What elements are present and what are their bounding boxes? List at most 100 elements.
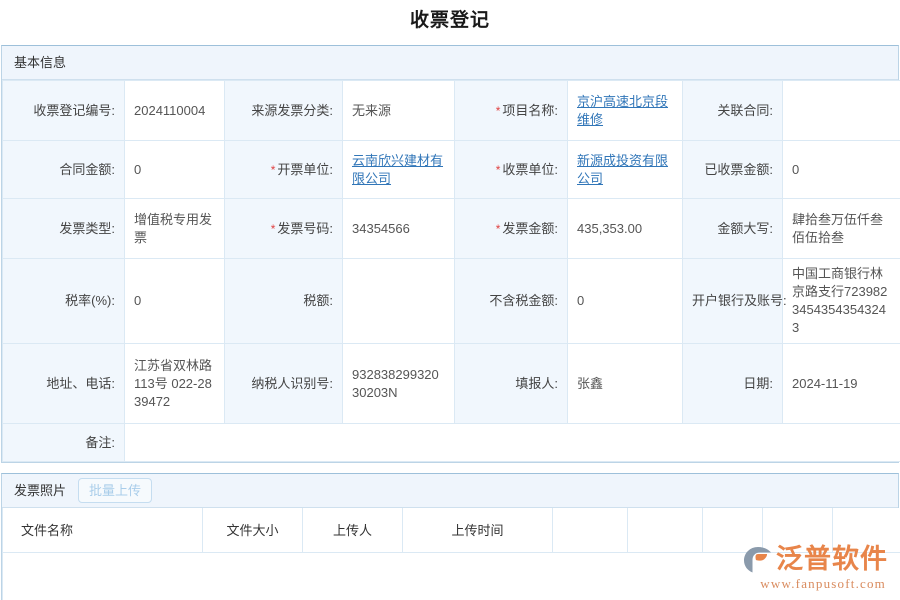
field-label-project-name: *项目名称: <box>455 81 568 141</box>
basic-info-header: 基本信息 <box>2 46 898 80</box>
label-text: 合同金额: <box>59 162 115 177</box>
label-text: 收票登记编号: <box>33 103 115 118</box>
label-text: 发票金额: <box>502 221 558 236</box>
field-value-invoice-amount[interactable]: 435,353.00 <box>568 199 683 259</box>
column-header-extra-2[interactable] <box>628 508 703 552</box>
field-label-receipt-no: *收票登记编号: <box>3 81 125 141</box>
invoice-photos-panel: 发票照片 批量上传 文件名称 文件大小 上传人 上传时间 <box>1 473 899 600</box>
field-label-tax-amount: 税额: <box>225 259 343 344</box>
field-label-tax-rate: 税率(%): <box>3 259 125 344</box>
field-label-issuing-unit: *开票单位: <box>225 141 343 199</box>
label-text: 发票号码: <box>277 221 333 236</box>
table-row: 备注: <box>3 424 900 462</box>
label-text: 开票单位: <box>277 162 333 177</box>
column-header-uploader[interactable]: 上传人 <box>303 508 403 552</box>
attachments-header-row: 文件名称 文件大小 上传人 上传时间 <box>3 508 900 552</box>
label-text: 项目名称: <box>502 103 558 118</box>
field-value-source-category[interactable]: 无来源 <box>343 81 455 141</box>
field-label-invoice-type: 发票类型: <box>3 199 125 259</box>
required-marker: * <box>496 104 501 118</box>
field-label-source-category: 来源发票分类: <box>225 81 343 141</box>
table-row: 税率(%): 0 税额: 不含税金额: 0 开户银行及账号: 中国工商银行林京路… <box>3 259 900 344</box>
table-row: 合同金额: 0 *开票单位: 云南欣兴建材有限公司 *收票单位: 新源成投资有限… <box>3 141 900 199</box>
issuing-unit-link[interactable]: 云南欣兴建材有限公司 <box>352 153 443 186</box>
field-value-invoice-no[interactable]: 34354566 <box>343 199 455 259</box>
column-header-extra-3[interactable] <box>703 508 763 552</box>
label-text: 日期: <box>743 376 773 391</box>
required-marker: * <box>271 163 276 177</box>
label-text: 已收票金额: <box>704 162 773 177</box>
field-value-address-phone[interactable]: 江苏省双林路113号 022-2839472 <box>125 344 225 424</box>
field-label-receiving-unit: *收票单位: <box>455 141 568 199</box>
column-header-file-size[interactable]: 文件大小 <box>203 508 303 552</box>
project-name-link[interactable]: 京沪高速北京段维修 <box>577 94 668 127</box>
column-header-upload-time[interactable]: 上传时间 <box>403 508 553 552</box>
field-value-date[interactable]: 2024-11-19 <box>783 344 900 424</box>
field-label-related-contract: 关联合同: <box>683 81 783 141</box>
field-value-reporter[interactable]: 张鑫 <box>568 344 683 424</box>
label-text: 纳税人识别号: <box>251 376 333 391</box>
column-header-file-name[interactable]: 文件名称 <box>3 508 203 552</box>
field-value-bank-account[interactable]: 中国工商银行林京路支行72398234543543543243 <box>783 259 900 344</box>
field-value-tax-amount[interactable] <box>343 259 455 344</box>
field-value-project-name[interactable]: 京沪高速北京段维修 <box>568 81 683 141</box>
field-value-contract-amount[interactable]: 0 <box>125 141 225 199</box>
basic-info-header-label: 基本信息 <box>14 46 66 80</box>
field-value-related-contract[interactable] <box>783 81 900 141</box>
attachments-empty-row <box>3 552 900 600</box>
label-text: 发票类型: <box>59 221 115 236</box>
required-marker: * <box>496 163 501 177</box>
field-label-invoice-no: *发票号码: <box>225 199 343 259</box>
table-row: *收票登记编号: 2024110004 来源发票分类: 无来源 *项目名称: 京… <box>3 81 900 141</box>
label-text: 备注: <box>85 435 115 450</box>
field-value-amount-excl-tax[interactable]: 0 <box>568 259 683 344</box>
panel-spacer <box>0 463 900 473</box>
field-label-invoice-amount: *发票金额: <box>455 199 568 259</box>
field-label-remark: 备注: <box>3 424 125 462</box>
label-text: 关联合同: <box>717 103 773 118</box>
table-row: 地址、电话: 江苏省双林路113号 022-2839472 纳税人识别号: 93… <box>3 344 900 424</box>
field-value-issuing-unit[interactable]: 云南欣兴建材有限公司 <box>343 141 455 199</box>
required-marker: * <box>496 222 501 236</box>
table-row: 发票类型: 增值税专用发票 *发票号码: 34354566 *发票金额: 435… <box>3 199 900 259</box>
field-label-amount-in-words: 金额大写: <box>683 199 783 259</box>
field-label-address-phone: 地址、电话: <box>3 344 125 424</box>
basic-info-panel: 基本信息 *收票登记编号: 2024110004 来源发票分类: <box>1 45 899 463</box>
field-value-taxpayer-id[interactable]: 93283829932030203N <box>343 344 455 424</box>
column-header-extra-5[interactable] <box>833 508 900 552</box>
receiving-unit-link[interactable]: 新源成投资有限公司 <box>577 153 668 186</box>
attachments-empty-cell <box>3 552 900 600</box>
label-text: 收票单位: <box>502 162 558 177</box>
label-text: 来源发票分类: <box>251 103 333 118</box>
page-title: 收票登记 <box>0 0 900 45</box>
column-header-extra-1[interactable] <box>553 508 628 552</box>
basic-info-table: *收票登记编号: 2024110004 来源发票分类: 无来源 *项目名称: 京… <box>2 80 900 462</box>
label-text: 填报人: <box>515 376 558 391</box>
invoice-photos-header-label: 发票照片 <box>14 474 66 508</box>
batch-upload-button[interactable]: 批量上传 <box>78 478 152 503</box>
attachments-table: 文件名称 文件大小 上传人 上传时间 <box>2 508 900 600</box>
field-label-amount-excl-tax: 不含税金额: <box>455 259 568 344</box>
invoice-photos-header: 发票照片 批量上传 <box>2 474 898 508</box>
field-value-receipt-no[interactable]: 2024110004 <box>125 81 225 141</box>
field-value-invoice-type[interactable]: 增值税专用发票 <box>125 199 225 259</box>
label-text: 开户银行及账号: <box>692 293 787 308</box>
label-text: 地址、电话: <box>46 376 115 391</box>
invoice-registration-page: 收票登记 基本信息 *收票登记编号: 2024110004 来源发票分 <box>0 0 900 600</box>
field-value-amount-in-words[interactable]: 肆拾叁万伍仟叁佰伍拾叁 <box>783 199 900 259</box>
field-value-tax-rate[interactable]: 0 <box>125 259 225 344</box>
field-label-bank-account: 开户银行及账号: <box>683 259 783 344</box>
field-value-received-amount[interactable]: 0 <box>783 141 900 199</box>
label-text: 税率(%): <box>65 293 115 308</box>
field-value-receiving-unit[interactable]: 新源成投资有限公司 <box>568 141 683 199</box>
label-text: 不含税金额: <box>489 293 558 308</box>
field-label-reporter: 填报人: <box>455 344 568 424</box>
column-header-extra-4[interactable] <box>763 508 833 552</box>
required-marker: * <box>271 222 276 236</box>
field-label-received-amount: 已收票金额: <box>683 141 783 199</box>
field-label-taxpayer-id: 纳税人识别号: <box>225 344 343 424</box>
field-value-remark[interactable] <box>125 424 900 462</box>
label-text: 金额大写: <box>717 221 773 236</box>
label-text: 税额: <box>303 293 333 308</box>
field-label-contract-amount: 合同金额: <box>3 141 125 199</box>
